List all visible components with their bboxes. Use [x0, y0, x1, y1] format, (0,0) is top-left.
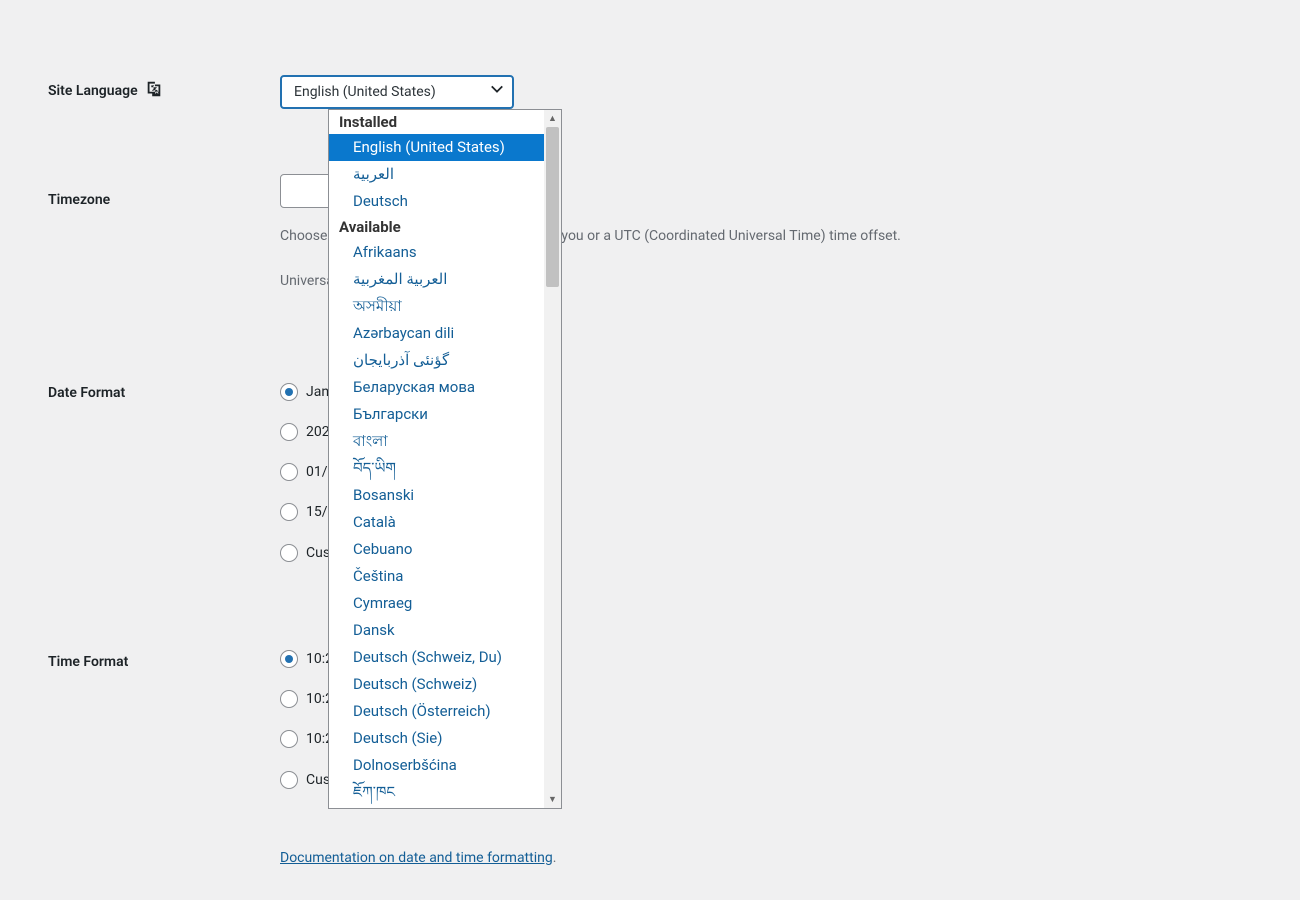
date-format-radio[interactable] [280, 383, 298, 401]
language-option[interactable]: Deutsch [329, 188, 544, 215]
language-option[interactable]: Deutsch (Sie) [329, 725, 544, 752]
time-format-doc: Documentation on date and time formattin… [280, 848, 1290, 869]
site-language-label: Site Language [48, 83, 138, 99]
language-option[interactable]: English (United States) [329, 134, 544, 161]
language-option[interactable]: ཇོཀ་ཁང [329, 779, 544, 806]
language-option[interactable]: Dansk [329, 617, 544, 644]
date-format-radio[interactable] [280, 423, 298, 441]
time-format-radio[interactable] [280, 650, 298, 668]
time-format-label: Time Format [48, 654, 128, 670]
site-language-select[interactable]: English (United States) [280, 75, 514, 109]
language-option[interactable]: العربية المغربية [329, 266, 544, 293]
language-option[interactable]: Čeština [329, 563, 544, 590]
time-format-radio[interactable] [280, 690, 298, 708]
site-language-select-wrap: English (United States) [280, 75, 514, 109]
date-format-radio[interactable] [280, 503, 298, 521]
language-optgroup-label: Available [329, 215, 544, 239]
language-option[interactable]: Cebuano [329, 536, 544, 563]
language-option[interactable]: Català [329, 509, 544, 536]
date-format-radio[interactable] [280, 463, 298, 481]
language-option[interactable]: অসমীয়া [329, 293, 544, 320]
language-option[interactable]: گؤنئی آذربایجان [329, 347, 544, 374]
language-dropdown-listbox[interactable]: InstalledEnglish (United States)العربيةD… [328, 109, 562, 809]
site-language-value: English (United States) [294, 84, 436, 100]
language-option[interactable]: བོད་ཡིག [329, 455, 544, 482]
doc-link[interactable]: Documentation on date and time formattin… [280, 850, 553, 866]
language-option[interactable]: Azərbaycan dili [329, 320, 544, 347]
language-option[interactable]: Deutsch (Schweiz) [329, 671, 544, 698]
language-option[interactable]: Беларуская мова [329, 374, 544, 401]
date-format-label: Date Format [48, 385, 125, 401]
language-option[interactable]: বাংলা [329, 428, 544, 455]
translate-icon [145, 80, 163, 102]
dropdown-scrollbar[interactable]: ▲ ▼ [544, 110, 561, 808]
language-option[interactable]: Deutsch (Österreich) [329, 698, 544, 725]
language-option[interactable]: Afrikaans [329, 239, 544, 266]
language-optgroup-label: Installed [329, 110, 544, 134]
scroll-thumb[interactable] [546, 127, 559, 287]
time-format-custom-radio[interactable] [280, 771, 298, 789]
timezone-label: Timezone [48, 192, 110, 208]
settings-form-table: Site Language English (United States) Ti… [0, 0, 1300, 884]
date-format-custom-radio[interactable] [280, 544, 298, 562]
language-option[interactable]: Deutsch (Schweiz, Du) [329, 644, 544, 671]
language-option[interactable]: Bosanski [329, 482, 544, 509]
language-option[interactable]: العربية [329, 161, 544, 188]
language-option[interactable]: Ελληνικά [329, 806, 544, 808]
language-option[interactable]: Cymraeg [329, 590, 544, 617]
language-option[interactable]: Български [329, 401, 544, 428]
scroll-down-icon[interactable]: ▼ [544, 791, 561, 808]
chevron-down-icon [490, 77, 504, 107]
scroll-up-icon[interactable]: ▲ [544, 110, 561, 127]
language-option[interactable]: Dolnoserbšćina [329, 752, 544, 779]
time-format-radio[interactable] [280, 730, 298, 748]
